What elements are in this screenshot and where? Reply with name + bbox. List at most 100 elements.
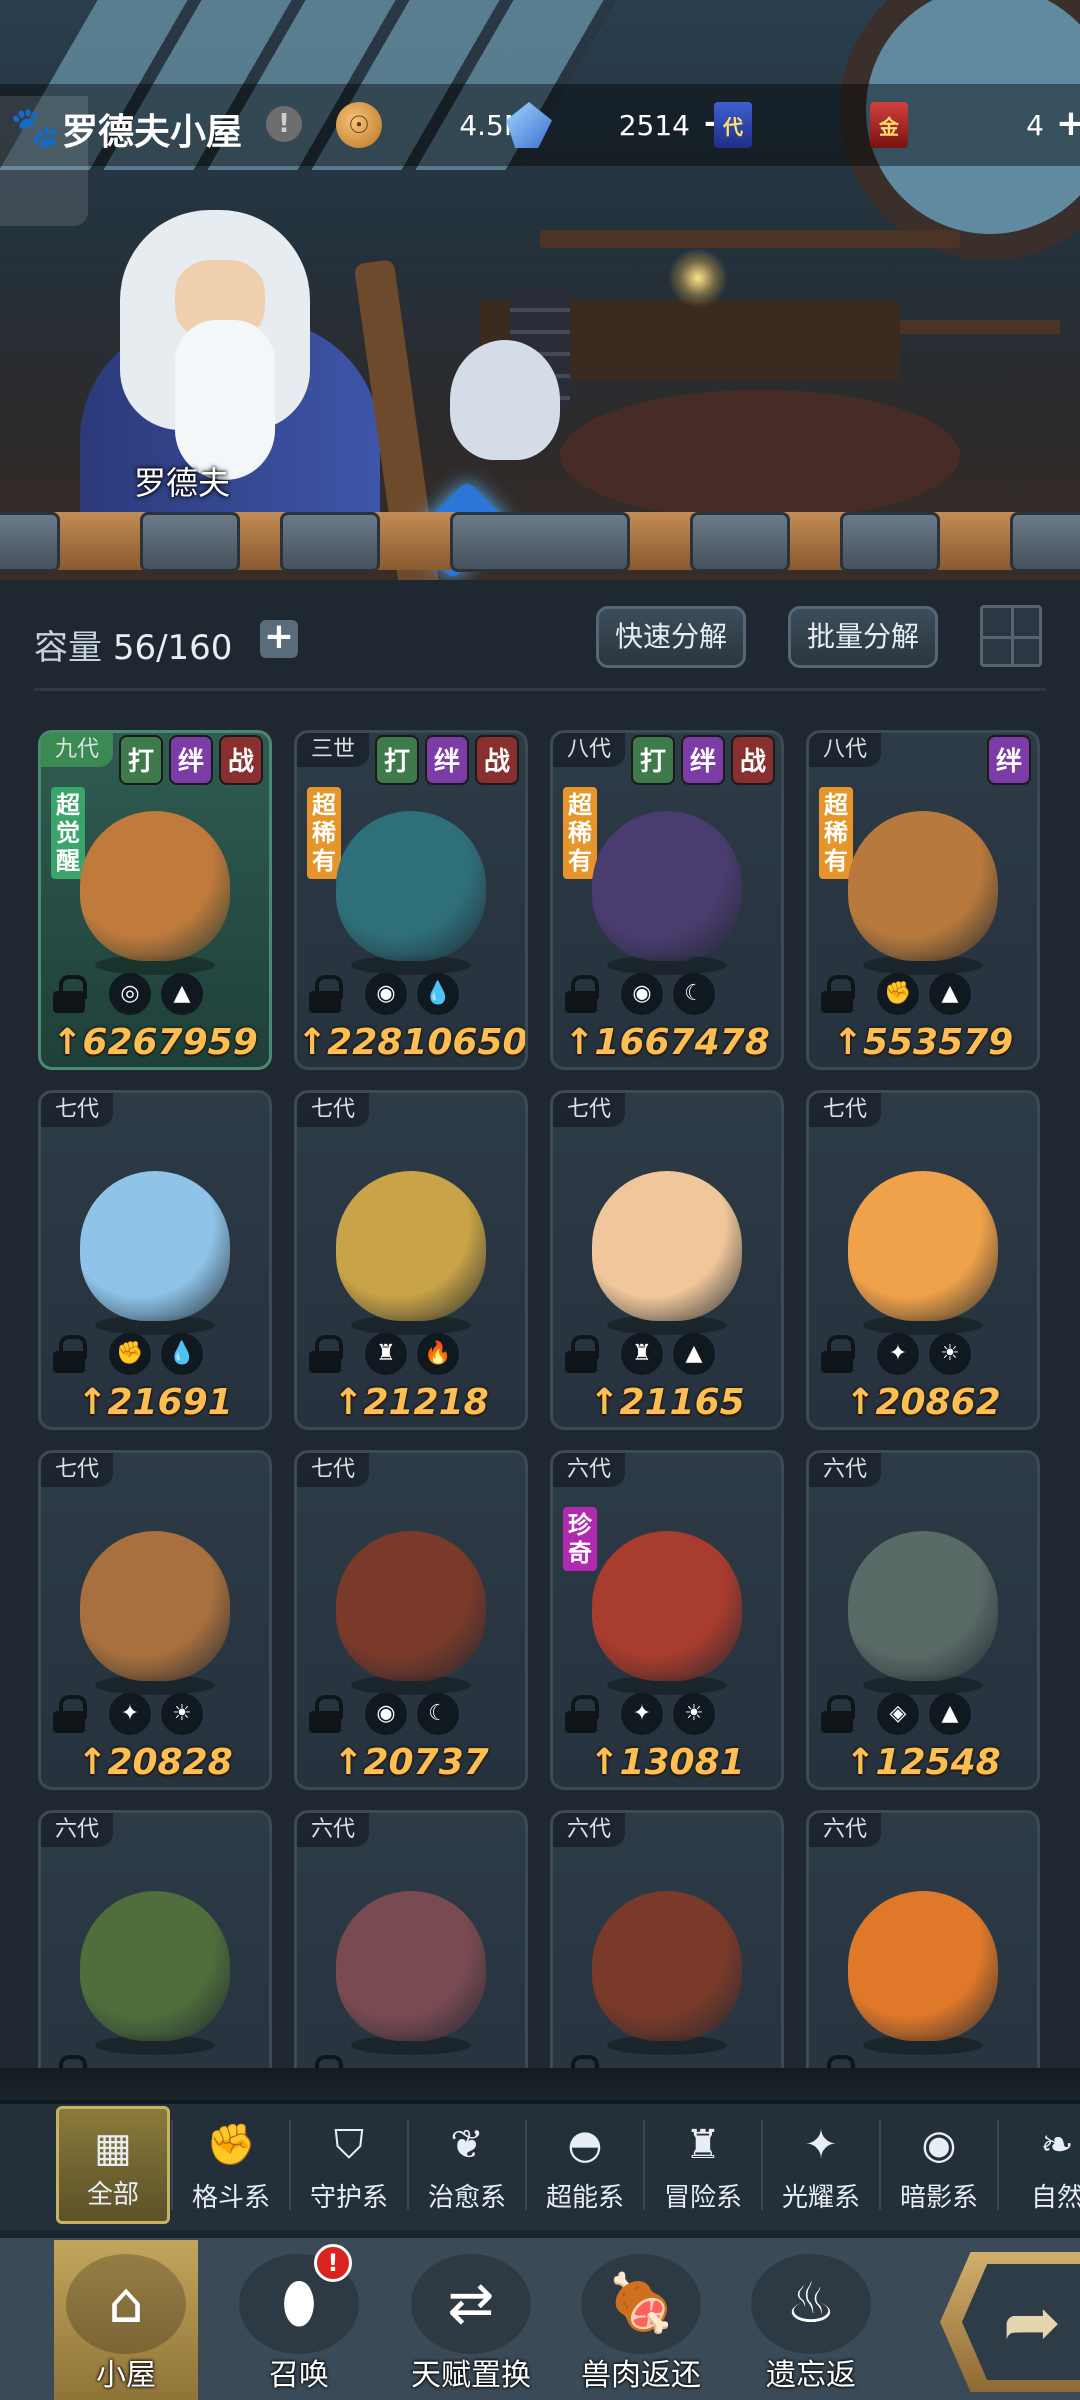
power-value: ↑21165 [553,1382,781,1423]
element-icon: ♜ [621,1333,663,1375]
lock-icon[interactable] [309,1695,343,1733]
nav-swap[interactable]: ⇄ 天赋置换 [396,2240,546,2400]
nav-label: 小屋 [96,2358,156,2393]
category-label: 守护系 [309,2183,388,2213]
category-separator [997,2120,999,2210]
quick-decompose-button[interactable]: 快速分解 [596,606,746,668]
pet-card[interactable]: 七代 ◉ ☾ ↑20737 [294,1450,528,1790]
lock-icon[interactable] [821,975,855,1013]
capacity-label: 容量 [34,628,102,668]
crystal-icon [506,102,552,148]
pet-card[interactable]: 六代 [38,1810,272,2070]
tickets-value: 0 [752,109,888,142]
category-label: 自然 [1030,2183,1080,2213]
wall-shelf [540,230,960,248]
generation-label: 六代 [553,1813,626,1847]
resource-coins: ☉ 4.5M [336,100,528,150]
generation-label: 六代 [809,1453,882,1487]
panel-divider [34,688,1046,691]
resource-tickets: 代 0 [714,100,888,150]
category-tab-adventure[interactable]: ♜ 冒险系 [646,2106,760,2224]
expand-capacity-button[interactable]: + [260,619,298,658]
lock-icon[interactable] [53,1695,87,1733]
generation-label: 六代 [41,1813,114,1847]
pet-card[interactable]: 六代 [550,1810,784,2070]
rarity-label: 超稀有 [819,787,853,879]
pet-card[interactable]: 六代 ◈ ▲ ↑12548 [806,1450,1040,1790]
lock-icon[interactable] [565,1335,599,1373]
pet-card[interactable]: 九代打绊战超觉醒 ◎ ▲ ↑6267959 [38,730,272,1070]
pet-tags: 打绊战 [119,735,263,785]
category-tab-light[interactable]: ✦ 光耀系 [764,2106,878,2224]
category-tab-leaf[interactable]: ❧ 自然 [1000,2106,1080,2224]
shield-icon: ⛉ [334,2122,364,2168]
category-separator [289,2120,291,2210]
generation-label: 七代 [553,1093,626,1127]
creature-sprite [80,1171,230,1321]
category-tab-sprout[interactable]: ❦ 治愈系 [410,2106,524,2224]
power-number: 21691 [107,1382,233,1423]
add-gold-cards-button[interactable]: + [1054,106,1080,142]
wizard-npc[interactable] [80,200,560,580]
lock-icon[interactable] [309,975,343,1013]
resource-gold-cards: 金 4 + [870,100,1080,150]
rarity-label: 珍奇 [563,1507,597,1571]
nav-meat[interactable]: 🍖 兽肉返还 [566,2240,716,2400]
pet-card[interactable]: 六代 [806,1810,1040,2070]
power-icon: ↑ [52,1022,83,1063]
power-value: ↑12548 [809,1742,1037,1783]
generation-label: 八代 [553,733,626,767]
power-number: 553579 [862,1022,1014,1063]
lock-icon[interactable] [53,1335,87,1373]
category-tab-psychic[interactable]: ◓ 超能系 [528,2106,642,2224]
category-label: 光耀系 [781,2183,860,2213]
next-arrow-button[interactable]: ➦ [962,2264,1080,2380]
batch-decompose-button[interactable]: 批量分解 [788,606,938,668]
nav-label: 召唤 [269,2358,329,2393]
category-tab-fist[interactable]: ✊ 格斗系 [174,2106,288,2224]
nav-egg[interactable]: ⬮ 召唤! [224,2240,374,2400]
lock-icon[interactable] [565,975,599,1013]
grid-view-icon[interactable] [980,605,1042,667]
rarity-label: 超稀有 [307,787,341,879]
lock-icon[interactable] [821,1695,855,1733]
pet-card[interactable]: 七代 ✦ ☀ ↑20862 [806,1090,1040,1430]
generation-label: 七代 [41,1093,114,1127]
pet-card[interactable]: 七代 ♜ 🔥 ↑21218 [294,1090,528,1430]
pet-card[interactable]: 八代打绊战超稀有 ◉ ☾ ↑1667478 [550,730,784,1070]
pet-card[interactable]: 六代 珍奇 ✦ ☀ ↑13081 [550,1450,784,1790]
category-tab-shadow[interactable]: ◉ 暗影系 [882,2106,996,2224]
power-value: ↑20828 [41,1742,269,1783]
pet-card[interactable]: 三世打绊战超稀有 ◉ 💧 ↑22810650 [294,730,528,1070]
lock-icon[interactable] [309,1335,343,1373]
pet-card[interactable]: 七代 ✊ 💧 ↑21691 [38,1090,272,1430]
light-icon: ✦ [804,2122,838,2168]
element-icon: ✊ [877,973,919,1015]
coin-icon: ☉ [336,102,382,148]
tag-fight: 打 [119,735,163,785]
lock-icon[interactable] [53,975,87,1013]
pet-card[interactable]: 八代 绊超稀有 ✊ ▲ ↑553579 [806,730,1040,1070]
element-icon: ◈ [877,1693,919,1735]
power-icon: ↑ [845,1742,876,1783]
power-value: ↑20737 [297,1742,525,1783]
pet-card[interactable]: 七代 ♜ ▲ ↑21165 [550,1090,784,1430]
element-icon: ☀ [673,1693,715,1735]
element-icon: ✦ [621,1693,663,1735]
lock-icon[interactable] [565,1695,599,1733]
lock-icon[interactable] [821,1335,855,1373]
nav-house[interactable]: ⌂ 小屋 [54,2240,198,2400]
info-button[interactable]: ! [266,106,302,142]
pet-card[interactable]: 七代 ✦ ☀ ↑20828 [38,1450,272,1790]
alert-badge: ! [314,2244,352,2282]
rail-block [450,512,630,572]
category-label: 治愈系 [427,2183,506,2213]
category-tab-shield[interactable]: ⛉ 守护系 [292,2106,406,2224]
element-icon: ☀ [161,1693,203,1735]
flame-icon: ♨ [751,2254,871,2354]
capacity-value: 56/160 [112,628,233,668]
category-tab-all[interactable]: ▦ 全部 [56,2106,170,2224]
creature-sprite [336,1171,486,1321]
nav-flame[interactable]: ♨ 遗忘返 [736,2240,886,2400]
pet-card[interactable]: 六代 [294,1810,528,2070]
